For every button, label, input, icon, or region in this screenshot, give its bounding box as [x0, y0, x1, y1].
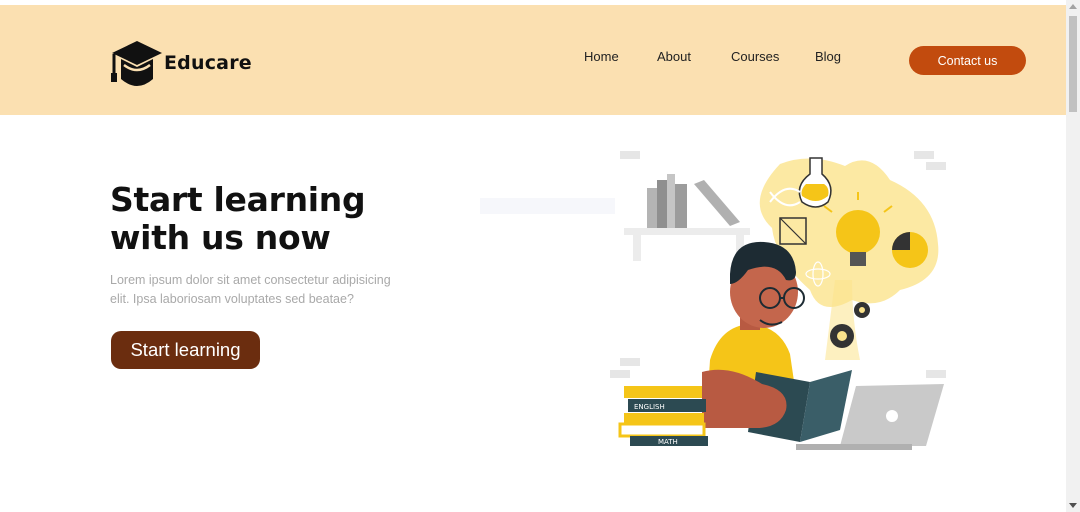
vertical-scrollbar[interactable]	[1066, 0, 1080, 512]
nav-home[interactable]: Home	[584, 49, 619, 64]
scrollbar-thumb[interactable]	[1069, 16, 1077, 112]
student-reading-book-illustration: ENGLISH MATH	[480, 151, 946, 450]
navbar: Educare Home About Courses Blog Contact …	[0, 5, 1066, 115]
scroll-up-arrow-icon[interactable]	[1066, 0, 1080, 14]
book-english-label: ENGLISH	[634, 403, 665, 411]
hero-description-line-2: elit. Ipsa laboriosam voluptates sed bea…	[110, 292, 354, 306]
contact-us-button[interactable]: Contact us	[909, 46, 1026, 75]
hero-description: Lorem ipsum dolor sit amet consectetur a…	[110, 271, 410, 309]
main-nav: Home About Courses Blog	[0, 49, 1066, 69]
hero-title: Start learning with us now	[110, 180, 366, 257]
scroll-down-arrow-icon[interactable]	[1066, 498, 1080, 512]
start-learning-button[interactable]: Start learning	[111, 331, 260, 369]
hero-title-line-1: Start learning	[110, 180, 366, 219]
page: Educare Home About Courses Blog Contact …	[0, 0, 1066, 512]
nav-about[interactable]: About	[657, 49, 691, 64]
nav-blog[interactable]: Blog	[815, 49, 841, 64]
nav-courses[interactable]: Courses	[731, 49, 779, 64]
hero-description-line-1: Lorem ipsum dolor sit amet consectetur a…	[110, 273, 391, 287]
hero-title-line-2: with us now	[110, 218, 331, 257]
book-math-label: MATH	[658, 438, 678, 446]
